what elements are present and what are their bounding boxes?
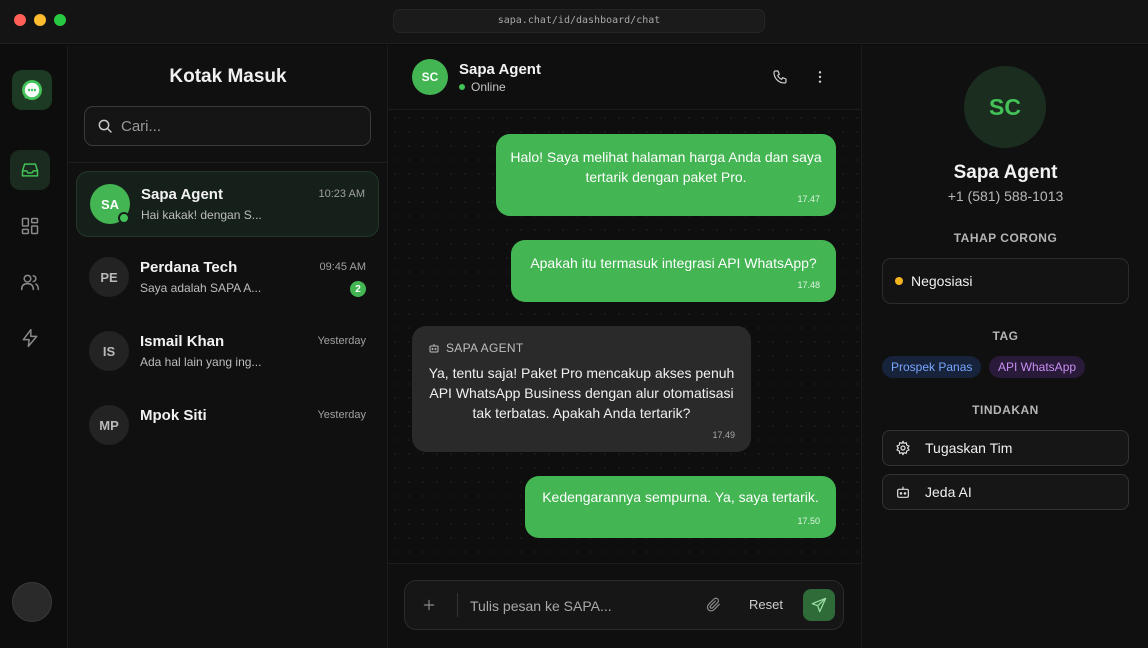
conversation-name: Perdana Tech [140,259,238,276]
send-icon [811,597,827,613]
tags-title: TAG [992,329,1019,343]
message-time: 17.50 [797,516,820,526]
maximize-window-button[interactable] [54,14,66,26]
search-icon [98,119,112,133]
message-text: Apakah itu termasuk integrasi API WhatsA… [530,255,817,271]
online-indicator [118,212,130,224]
sender-label: SAPA AGENT [428,338,523,358]
inbox-title: Kotak Masuk [169,66,287,87]
sender-name: SAPA AGENT [446,341,524,355]
online-indicator [459,84,465,90]
conversation-time: 10:23 AM [318,188,365,200]
address-bar[interactable]: sapa.chat/id/dashboard/chat [393,9,765,33]
message-list: Halo! Saya melihat halaman harga Anda da… [388,111,861,563]
add-attachment-button[interactable] [419,595,439,615]
contact-avatar: SC [964,66,1046,148]
paperclip-icon [706,597,720,612]
browser-titlebar: sapa.chat/id/dashboard/chat [0,0,1148,44]
stage-indicator [895,277,903,285]
stage-value: Negosiasi [911,273,973,289]
conversation-name: Ismail Khan [140,333,225,350]
search-input[interactable] [121,117,361,135]
more-vertical-icon [818,71,822,83]
app-logo[interactable] [12,70,52,110]
more-options-button[interactable] [809,66,831,88]
message-time: 17.49 [712,430,735,440]
conversation-item[interactable]: MP Mpok Siti Yesterday [76,393,379,459]
chat-contact-avatar: SC [412,59,448,95]
conversation-item[interactable]: SA Sapa Agent Hai kakak! dengan S... 10:… [76,171,379,237]
attach-file-button[interactable] [704,595,724,615]
conversation-preview: Hai kakak! dengan S... [141,208,262,222]
conversation-item[interactable]: IS Ismail Khan Ada hal lain yang ing... … [76,319,379,385]
conversation-avatar: PE [89,257,129,297]
chat-panel: SC Sapa Agent Online Halo! Saya melihat … [388,45,861,648]
message-bubble-outgoing: Kedengarannya sempurna. Ya, saya tertari… [525,476,836,538]
chat-header: SC Sapa Agent Online [388,45,861,110]
tag-chip[interactable]: API WhatsApp [989,356,1086,378]
conversation-name: Sapa Agent [141,186,223,203]
bolt-icon [22,328,38,348]
funnel-stage-title: TAHAP CORONG [953,231,1058,245]
composer-divider [457,593,458,617]
nav-contacts[interactable] [10,262,50,302]
divider [68,162,388,163]
phone-icon [773,70,787,84]
conversation-preview: Saya adalah SAPA A... [140,281,262,295]
composer-area: Reset [388,563,861,648]
conversation-item[interactable]: PE Perdana Tech Saya adalah SAPA A... 09… [76,245,379,311]
conversation-avatar: MP [89,405,129,445]
action-label: Tugaskan Tim [925,440,1013,456]
message-text: Ya, tentu saja! Paket Pro mencakup akses… [428,365,735,421]
message-bubble-outgoing: Apakah itu termasuk integrasi API WhatsA… [511,240,836,302]
nav-inbox[interactable] [10,150,50,190]
reset-button[interactable]: Reset [749,597,783,612]
call-button[interactable] [769,66,791,88]
unread-badge: 2 [350,281,366,297]
chat-contact-name: Sapa Agent [459,61,541,78]
nav-automation[interactable] [10,318,50,358]
users-icon [20,274,40,291]
message-text: Kedengarannya sempurna. Ya, saya tertari… [542,489,819,505]
message-input[interactable] [470,593,690,619]
search-box[interactable] [84,106,371,146]
nav-rail [0,45,68,648]
tag-chip[interactable]: Prospek Panas [882,356,982,378]
conversation-time: Yesterday [317,409,366,421]
bot-icon [897,486,909,498]
conversation-avatar: IS [89,331,129,371]
grid-icon [21,217,39,235]
message-composer: Reset [404,580,844,630]
assign-team-button[interactable]: Tugaskan Tim [882,430,1129,466]
gear-icon [896,440,910,456]
message-text: Halo! Saya melihat halaman harga Anda da… [510,149,822,185]
status-text: Online [471,80,506,94]
funnel-stage-selector[interactable]: Negosiasi [882,258,1129,304]
chat-contact-status: Online [459,80,506,94]
message-bubble-outgoing: Halo! Saya melihat halaman harga Anda da… [496,134,836,216]
message-bubble-incoming: SAPA AGENT Ya, tentu saja! Paket Pro men… [412,326,751,452]
contact-phone: +1 (581) 588-1013 [947,188,1064,204]
conversation-time: 09:45 AM [319,261,366,273]
contact-name: Sapa Agent [953,162,1058,183]
close-window-button[interactable] [14,14,26,26]
pause-ai-button[interactable]: Jeda AI [882,474,1129,510]
minimize-window-button[interactable] [34,14,46,26]
actions-title: TINDAKAN [972,403,1039,417]
conversation-time: Yesterday [317,335,366,347]
message-time: 17.48 [797,280,820,290]
action-label: Jeda AI [925,484,972,500]
inbox-panel: Kotak Masuk SA Sapa Agent Hai kakak! den… [68,45,388,648]
contact-detail-panel: SC Sapa Agent +1 (581) 588-1013 TAHAP CO… [861,45,1148,648]
chat-bubble-icon [22,80,42,100]
nav-dashboard[interactable] [10,206,50,246]
bot-icon [429,344,439,353]
conversation-name: Mpok Siti [140,407,207,424]
plus-icon [423,599,435,611]
conversation-preview: Ada hal lain yang ing... [140,355,262,369]
send-button[interactable] [803,589,835,621]
user-avatar[interactable] [12,582,52,622]
message-time: 17.47 [797,194,820,204]
inbox-icon [21,163,39,177]
